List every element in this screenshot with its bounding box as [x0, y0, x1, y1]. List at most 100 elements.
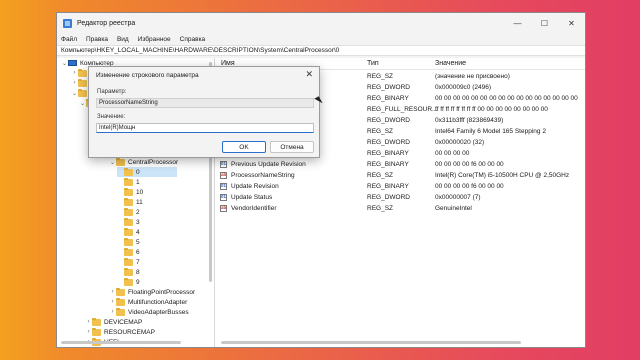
folder-icon — [116, 307, 125, 316]
tree-item-resourcemap[interactable]: › RESOURCEMAP — [85, 327, 155, 337]
value-type: REG_SZ — [367, 73, 394, 80]
tree-item-6[interactable]: 6 — [117, 247, 140, 257]
folder-icon — [116, 297, 125, 306]
value-type: REG_BINARY — [367, 161, 409, 168]
address-bar[interactable]: Компьютер\HKEY_LOCAL_MACHINE\HARDWARE\DE… — [57, 45, 585, 56]
tree-item-11[interactable]: 11 — [117, 197, 143, 207]
column-header-data[interactable]: Значение — [435, 60, 466, 67]
folder-icon — [78, 88, 87, 97]
tree-item-label: 6 — [136, 248, 140, 256]
tree-item-label: 2 — [136, 208, 140, 216]
value-type: REG_DWORD — [367, 194, 410, 201]
tree-item-label: 9 — [136, 278, 140, 286]
value-data: (значение не присвоено) — [435, 73, 510, 80]
regedit-app-icon — [63, 18, 72, 28]
tree-item-label: 7 — [136, 258, 140, 266]
tree-item-label: 11 — [136, 198, 143, 206]
chevron-right-icon[interactable]: › — [109, 309, 116, 315]
folder-icon — [92, 317, 101, 326]
menu-view[interactable]: Вид — [117, 36, 129, 43]
value-name: Update Revision — [231, 183, 279, 190]
dialog-close-icon[interactable]: ✕ — [305, 69, 313, 80]
values-horizontal-scrollbar[interactable] — [221, 341, 521, 344]
value-type: REG_DWORD — [367, 139, 410, 146]
value-row[interactable]: Update Status REG_DWORD 0x00000007 (7) — [215, 192, 585, 203]
tree-item-videoadapterbusses[interactable]: › VideoAdapterBusses — [109, 307, 189, 317]
value-data: 00 00 00 00 00 00 00 00 00 00 00 00 00 0… — [435, 95, 578, 102]
close-button[interactable]: ✕ — [558, 13, 585, 33]
column-header-type[interactable]: Тип — [367, 60, 379, 67]
tree-item-label: 8 — [136, 268, 140, 276]
chevron-right-icon[interactable]: › — [71, 70, 78, 76]
computer-icon — [68, 60, 77, 66]
menu-edit[interactable]: Правка — [86, 36, 108, 43]
menu-favorites[interactable]: Избранное — [138, 36, 171, 43]
value-data: 0x00000020 (32) — [435, 139, 485, 146]
binary-value-icon — [220, 161, 227, 168]
value-data: 00 00 00 00 f6 00 00 00 — [435, 161, 504, 168]
menu-help[interactable]: Справка — [180, 36, 206, 43]
chevron-right-icon[interactable]: › — [85, 319, 92, 325]
tree-item-floatingpointprocessor[interactable]: › FloatingPointProcessor — [109, 287, 195, 297]
tree-item-label: 1 — [136, 178, 140, 186]
tree-item-label: DEVICEMAP — [104, 318, 143, 326]
value-row[interactable]: Update Revision REG_BINARY 00 00 00 00 f6 … — [215, 181, 585, 192]
tree-item-10[interactable]: 10 — [117, 187, 143, 197]
tree-item-label: FloatingPointProcessor — [128, 288, 196, 296]
value-type: REG_SZ — [367, 205, 394, 212]
value-data: GenuineIntel — [435, 205, 472, 212]
tree-item-multifunctionadapter[interactable]: › MultifunctionAdapter — [109, 297, 187, 307]
value-data: ff ff ff ff ff ff ff ff 00 00 00 00 00 0… — [435, 106, 548, 113]
tree-item-5[interactable]: 5 — [117, 237, 140, 247]
chevron-down-icon[interactable]: ⌄ — [71, 90, 78, 97]
folder-icon — [124, 227, 133, 236]
dialog-title: Изменение строкового параметра — [96, 72, 199, 79]
tree-item-devicemap[interactable]: › DEVICEMAP — [85, 317, 142, 327]
value-data-input[interactable]: Intel(R)Мощн — [96, 123, 314, 133]
chevron-right-icon[interactable]: › — [109, 289, 116, 295]
folder-icon — [78, 68, 87, 77]
value-type: REG_DWORD — [367, 117, 410, 124]
tree-item-3[interactable]: 3 — [117, 217, 140, 227]
folder-icon — [124, 247, 133, 256]
tree-item-1[interactable]: 1 — [117, 177, 140, 187]
value-type: REG_BINARY — [367, 95, 409, 102]
tree-item-label: 5 — [136, 238, 140, 246]
tree-item-4[interactable]: 4 — [117, 227, 140, 237]
folder-icon — [124, 177, 133, 186]
chevron-down-icon[interactable]: ⌄ — [61, 60, 68, 67]
value-type: REG_BINARY — [367, 183, 409, 190]
chevron-right-icon[interactable]: › — [85, 329, 92, 335]
binary-value-icon — [220, 194, 227, 201]
tree-item-2[interactable]: 2 — [117, 207, 140, 217]
ok-button[interactable]: OK — [222, 141, 266, 153]
tree-horizontal-scrollbar[interactable] — [61, 341, 181, 344]
param-label: Параметр: — [97, 89, 127, 95]
value-type: REG_SZ — [367, 128, 394, 135]
string-value-icon — [220, 172, 227, 179]
tree-item-8[interactable]: 8 — [117, 267, 140, 277]
value-type: REG_SZ — [367, 172, 394, 179]
chevron-right-icon[interactable]: › — [109, 299, 116, 305]
minimize-button[interactable]: — — [504, 13, 531, 33]
value-row[interactable]: VendorIdentifier REG_SZ GenuineIntel — [215, 203, 585, 214]
cancel-button[interactable]: Отмена — [270, 141, 314, 153]
chevron-right-icon[interactable]: › — [71, 80, 78, 86]
folder-icon — [116, 287, 125, 296]
value-row[interactable]: Previous Update Revision REG_BINARY 00 00 … — [215, 159, 585, 170]
value-data: 0x000009c0 (2496) — [435, 84, 492, 91]
tree-item-9[interactable]: 9 — [117, 277, 140, 287]
chevron-down-icon[interactable]: ⌄ — [109, 159, 116, 166]
tree-item-label: 0 — [136, 168, 140, 176]
folder-icon — [124, 217, 133, 226]
value-name: VendorIdentifier — [231, 205, 277, 212]
value-row[interactable]: ProcessorNameString REG_SZ Intel(R) Core(T… — [215, 170, 585, 181]
menu-file[interactable]: Файл — [61, 36, 77, 43]
tree-item-0[interactable]: 0 — [117, 167, 177, 177]
chevron-down-icon[interactable]: ⌄ — [79, 100, 86, 107]
tree-item-label: MultifunctionAdapter — [128, 298, 188, 306]
tree-item-label: 10 — [136, 188, 144, 196]
maximize-button[interactable]: ☐ — [531, 13, 558, 33]
tree-item-centralprocessor[interactable]: ⌄ CentralProcessor — [109, 157, 178, 167]
tree-item-7[interactable]: 7 — [117, 257, 140, 267]
